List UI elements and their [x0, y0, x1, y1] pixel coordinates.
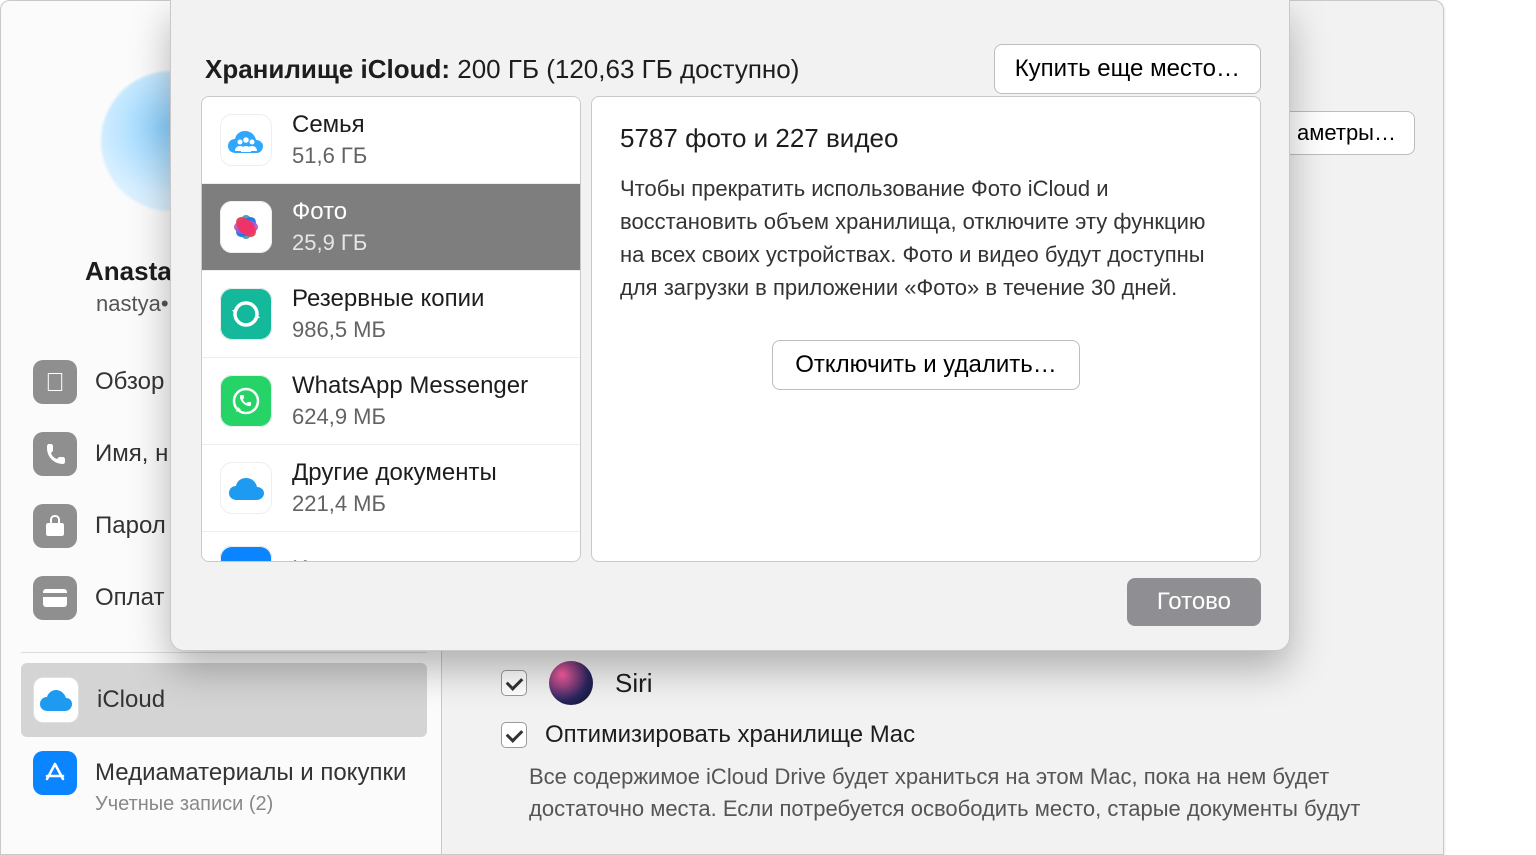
sidebar-item-media-sub: Учетные записи (2): [95, 793, 441, 816]
cloud-icon: [220, 462, 272, 514]
optimize-row: Оптимизировать хранилище Mac: [501, 721, 915, 749]
storage-row-title: Резервные копии: [292, 285, 484, 313]
account-name: Anasta: [85, 256, 172, 287]
sidebar-item-label: Имя, н: [95, 440, 168, 468]
storage-row-title: Другие документы: [292, 459, 497, 487]
storage-row-size: 51,6 ГБ: [292, 143, 367, 169]
sidebar-item-label: Парол: [95, 512, 166, 540]
storage-row-title: Keynote: [292, 556, 380, 562]
storage-row-title: Семья: [292, 111, 367, 139]
cloud-icon: [33, 677, 79, 723]
sheet-title-strong: Хранилище iCloud:: [205, 54, 450, 84]
icloud-storage-sheet: Хранилище iCloud: 200 ГБ (120,63 ГБ дост…: [170, 0, 1290, 651]
lock-icon: [33, 504, 77, 548]
storage-row-photos[interactable]: Фото 25,9 ГБ: [202, 184, 580, 271]
apple-icon: : [33, 360, 77, 404]
parameters-button[interactable]: аметры…: [1278, 111, 1415, 155]
storage-row-family[interactable]: Семья 51,6 ГБ: [202, 97, 580, 184]
storage-row-keynote[interactable]: Keynote: [202, 532, 580, 562]
storage-row-title: WhatsApp Messenger: [292, 372, 528, 400]
storage-row-size: 986,5 МБ: [292, 317, 484, 343]
buy-more-storage-button[interactable]: Купить еще место…: [994, 44, 1261, 94]
appstore-icon: [33, 751, 77, 795]
sidebar-item-label: Медиаматериалы и покупки: [95, 759, 406, 787]
card-icon: [33, 576, 77, 620]
photos-icon: [220, 201, 272, 253]
whatsapp-icon: [220, 375, 272, 427]
detail-title: 5787 фото и 227 видео: [620, 123, 1232, 154]
sheet-title-rest: 200 ГБ (120,63 ГБ доступно): [450, 54, 799, 84]
storage-row-title: Фото: [292, 198, 367, 226]
sheet-header: Хранилище iCloud: 200 ГБ (120,63 ГБ дост…: [205, 44, 1261, 94]
siri-checkbox[interactable]: [501, 670, 527, 696]
phone-icon: [33, 432, 77, 476]
backup-icon: [220, 288, 272, 340]
sidebar-separator: [21, 652, 427, 653]
storage-row-size: 624,9 МБ: [292, 404, 528, 430]
sidebar-item-icloud[interactable]: iCloud: [21, 663, 427, 737]
storage-row-size: 221,4 МБ: [292, 491, 497, 517]
sidebar-item-label: iCloud: [97, 686, 165, 714]
storage-detail-pane: 5787 фото и 227 видео Чтобы прекратить и…: [591, 96, 1261, 562]
sidebar-item-media[interactable]: Медиаматериалы и покупки: [21, 737, 427, 799]
done-button[interactable]: Готово: [1127, 578, 1261, 626]
siri-label: Siri: [615, 668, 653, 699]
optimize-checkbox[interactable]: [501, 722, 527, 748]
detail-description: Чтобы прекратить использование Фото iClo…: [620, 172, 1220, 304]
storage-row-backups[interactable]: Резервные копии 986,5 МБ: [202, 271, 580, 358]
keynote-icon: [220, 546, 272, 562]
storage-row-other-docs[interactable]: Другие документы 221,4 МБ: [202, 445, 580, 532]
storage-list[interactable]: Семья 51,6 ГБ: [201, 96, 581, 562]
siri-icon: [549, 661, 593, 705]
siri-row: Siri: [501, 661, 653, 705]
optimize-description: Все содержимое iCloud Drive будет хранит…: [529, 761, 1413, 825]
disable-and-delete-button[interactable]: Отключить и удалить…: [772, 340, 1080, 390]
storage-row-size: 25,9 ГБ: [292, 230, 367, 256]
sheet-body: Семья 51,6 ГБ: [201, 96, 1261, 562]
account-email: nastya•: [96, 291, 169, 317]
family-icon: [220, 114, 272, 166]
sheet-title: Хранилище iCloud: 200 ГБ (120,63 ГБ дост…: [205, 54, 799, 85]
optimize-label: Оптимизировать хранилище Mac: [545, 721, 915, 749]
sidebar-item-label: Оплат: [95, 584, 164, 612]
sidebar-item-label: Обзор: [95, 368, 164, 396]
storage-row-whatsapp[interactable]: WhatsApp Messenger 624,9 МБ: [202, 358, 580, 445]
